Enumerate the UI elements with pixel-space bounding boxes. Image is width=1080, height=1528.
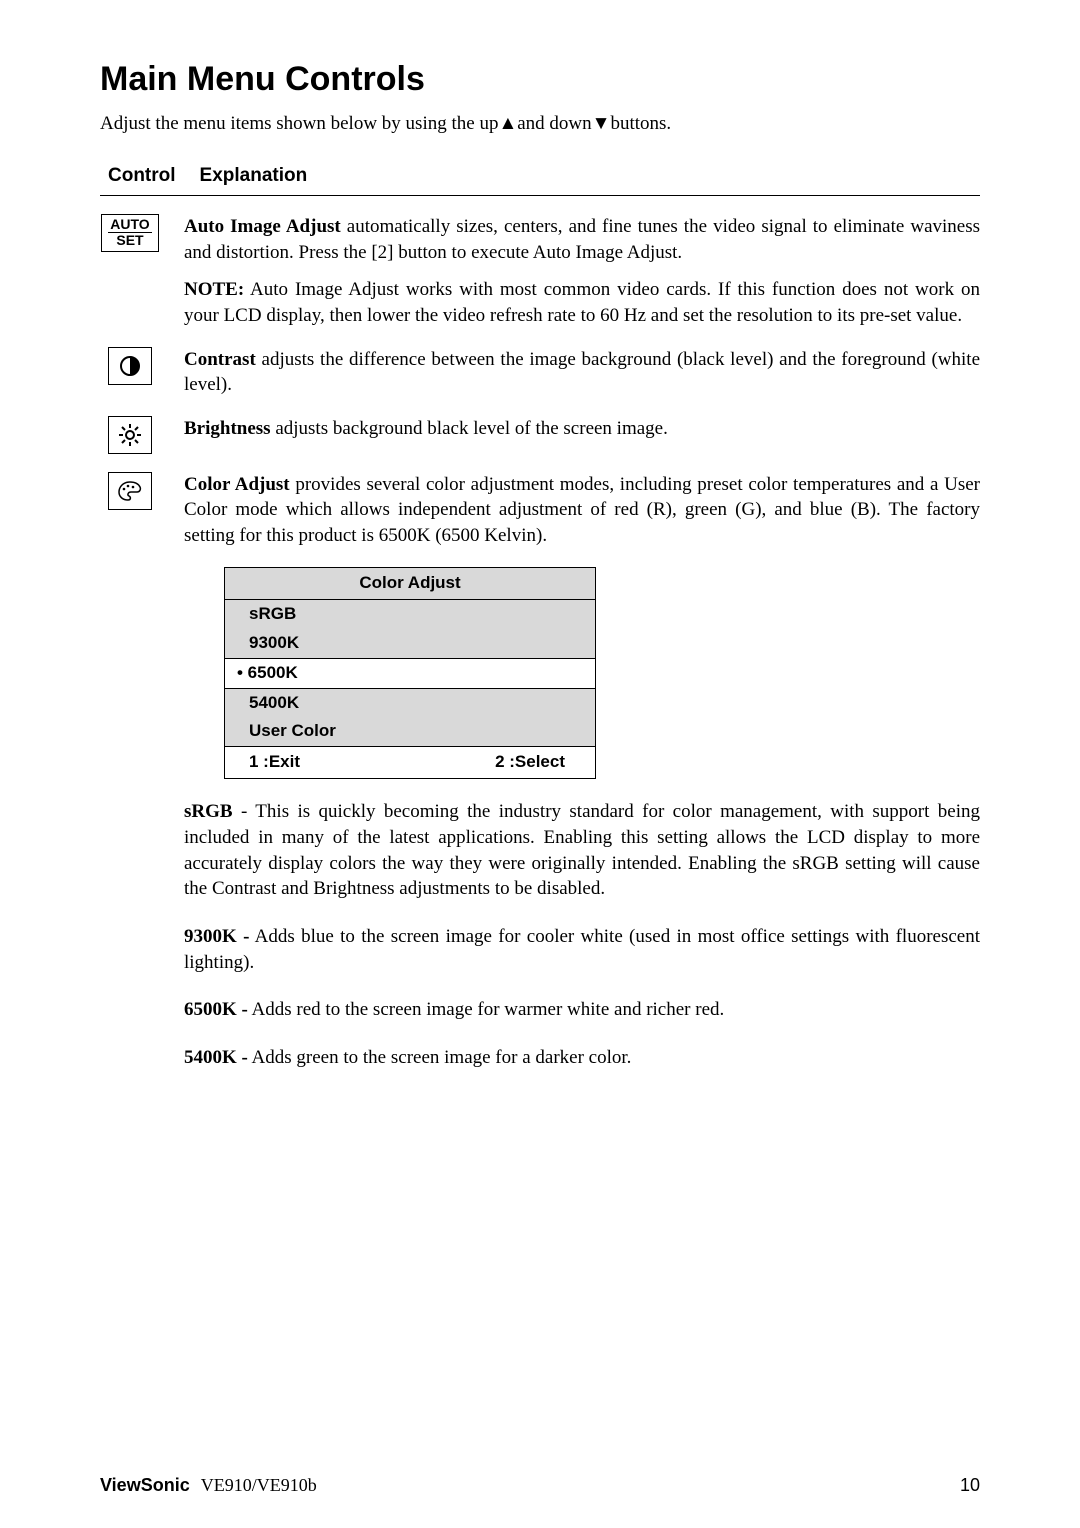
brightness-icon — [108, 416, 152, 454]
osd-item-6500k: • 6500K — [225, 658, 595, 689]
contrast-desc: adjusts the difference between the image… — [184, 349, 980, 396]
auto-desc-2: Auto Image Adjust works with most common… — [184, 279, 980, 326]
auto-set-icon: AUTO SET — [101, 214, 158, 252]
auto-text: AUTO — [108, 217, 151, 233]
header-explanation: Explanation — [200, 165, 308, 187]
srgb-label: sRGB — [184, 801, 233, 822]
header-control: Control — [108, 165, 176, 187]
auto-paragraph-1: Auto Image Adjust automatically sizes, c… — [184, 214, 980, 265]
row-brightness: Brightness adjusts background black leve… — [100, 416, 980, 454]
page-title: Main Menu Controls — [100, 60, 980, 99]
5400k-desc: Adds green to the screen image for a dar… — [248, 1047, 632, 1068]
9300k-desc: Adds blue to the screen image for cooler… — [184, 926, 980, 973]
srgb-paragraph: sRGB - This is quickly becoming the indu… — [184, 799, 980, 902]
osd-item-5400k: 5400K — [225, 689, 595, 718]
row-color-adjust: Color Adjust provides several color adju… — [100, 472, 980, 549]
row-auto-image-adjust: AUTO SET Auto Image Adjust automatically… — [100, 214, 980, 329]
page-footer: ViewSonic VE910/VE910b 10 — [100, 1475, 980, 1496]
contrast-label: Contrast — [184, 349, 256, 370]
6500k-paragraph: 6500K - Adds red to the screen image for… — [184, 997, 980, 1023]
set-text: SET — [108, 233, 151, 248]
color-adjust-desc: provides several color adjustment modes,… — [184, 474, 980, 546]
footer-brand: ViewSonic — [100, 1475, 190, 1495]
brightness-paragraph: Brightness adjusts background black leve… — [184, 416, 980, 442]
srgb-desc: - This is quickly becoming the industry … — [184, 801, 980, 899]
auto-paragraph-2: NOTE: Auto Image Adjust works with most … — [184, 277, 980, 328]
palette-icon — [108, 472, 152, 510]
9300k-paragraph: 9300K - Adds blue to the screen image fo… — [184, 924, 980, 975]
intro-text: Adjust the menu items shown below by usi… — [100, 113, 980, 135]
color-adjust-label: Color Adjust — [184, 474, 290, 495]
row-contrast: Contrast adjusts the difference between … — [100, 347, 980, 398]
note-label: NOTE: — [184, 279, 244, 300]
footer-model: VE910/VE910b — [201, 1475, 317, 1495]
contrast-icon — [108, 347, 152, 385]
brightness-desc: adjusts background black level of the sc… — [271, 418, 668, 439]
osd-footer: 1 :Exit 2 :Select — [225, 746, 595, 778]
osd-item-9300k: 9300K — [225, 629, 595, 658]
brightness-label: Brightness — [184, 418, 271, 439]
color-adjust-paragraph: Color Adjust provides several color adju… — [184, 472, 980, 549]
9300k-label: 9300K - — [184, 926, 249, 947]
osd-item-user-color: User Color — [225, 717, 595, 746]
contrast-paragraph: Contrast adjusts the difference between … — [184, 347, 980, 398]
5400k-paragraph: 5400K - Adds green to the screen image f… — [184, 1045, 980, 1071]
5400k-label: 5400K - — [184, 1047, 248, 1068]
osd-menu: Color Adjust sRGB 9300K • 6500K 5400K Us… — [224, 567, 596, 780]
osd-select: 2 :Select — [495, 751, 565, 774]
osd-item-srgb: sRGB — [225, 600, 595, 629]
table-header: Control Explanation — [100, 161, 980, 196]
page-number: 10 — [960, 1475, 980, 1496]
auto-label: Auto Image Adjust — [184, 216, 341, 237]
6500k-label: 6500K - — [184, 999, 248, 1020]
6500k-desc: Adds red to the screen image for warmer … — [248, 999, 724, 1020]
osd-exit: 1 :Exit — [249, 751, 300, 774]
osd-title: Color Adjust — [225, 568, 595, 600]
